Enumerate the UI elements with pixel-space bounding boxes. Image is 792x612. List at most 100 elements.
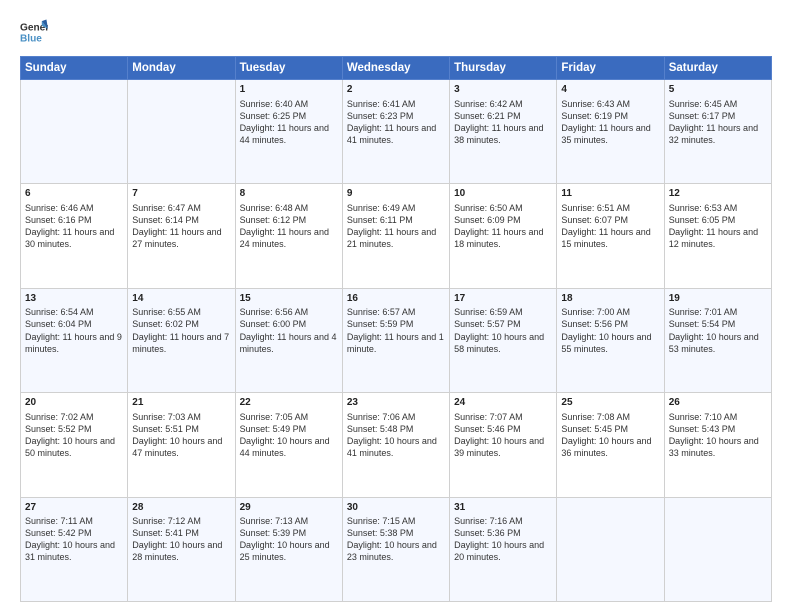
day-number: 8: [240, 187, 338, 201]
calendar-cell: 23Sunrise: 7:06 AM Sunset: 5:48 PM Dayli…: [342, 393, 449, 497]
calendar-cell: 4Sunrise: 6:43 AM Sunset: 6:19 PM Daylig…: [557, 80, 664, 184]
calendar-cell: 20Sunrise: 7:02 AM Sunset: 5:52 PM Dayli…: [21, 393, 128, 497]
calendar-cell: 1Sunrise: 6:40 AM Sunset: 6:25 PM Daylig…: [235, 80, 342, 184]
day-number: 6: [25, 187, 123, 201]
calendar-cell: 14Sunrise: 6:55 AM Sunset: 6:02 PM Dayli…: [128, 288, 235, 392]
col-header-tuesday: Tuesday: [235, 57, 342, 80]
calendar-cell: 18Sunrise: 7:00 AM Sunset: 5:56 PM Dayli…: [557, 288, 664, 392]
day-content: Sunrise: 7:15 AM Sunset: 5:38 PM Dayligh…: [347, 515, 445, 564]
calendar-cell: [128, 80, 235, 184]
calendar-week-5: 27Sunrise: 7:11 AM Sunset: 5:42 PM Dayli…: [21, 497, 772, 601]
calendar-cell: 2Sunrise: 6:41 AM Sunset: 6:23 PM Daylig…: [342, 80, 449, 184]
day-number: 1: [240, 83, 338, 97]
day-number: 18: [561, 292, 659, 306]
page: General Blue SundayMondayTuesdayWednesda…: [0, 0, 792, 612]
day-number: 23: [347, 396, 445, 410]
calendar-cell: 29Sunrise: 7:13 AM Sunset: 5:39 PM Dayli…: [235, 497, 342, 601]
day-number: 3: [454, 83, 552, 97]
calendar-cell: 16Sunrise: 6:57 AM Sunset: 5:59 PM Dayli…: [342, 288, 449, 392]
day-number: 27: [25, 501, 123, 515]
calendar-table: SundayMondayTuesdayWednesdayThursdayFrid…: [20, 56, 772, 602]
day-content: Sunrise: 6:57 AM Sunset: 5:59 PM Dayligh…: [347, 306, 445, 355]
calendar-cell: 10Sunrise: 6:50 AM Sunset: 6:09 PM Dayli…: [450, 184, 557, 288]
logo: General Blue: [20, 18, 54, 46]
day-number: 20: [25, 396, 123, 410]
calendar-week-1: 1Sunrise: 6:40 AM Sunset: 6:25 PM Daylig…: [21, 80, 772, 184]
day-content: Sunrise: 6:47 AM Sunset: 6:14 PM Dayligh…: [132, 202, 230, 251]
day-number: 15: [240, 292, 338, 306]
day-content: Sunrise: 7:11 AM Sunset: 5:42 PM Dayligh…: [25, 515, 123, 564]
day-number: 21: [132, 396, 230, 410]
day-content: Sunrise: 6:46 AM Sunset: 6:16 PM Dayligh…: [25, 202, 123, 251]
calendar-cell: [21, 80, 128, 184]
calendar-cell: 9Sunrise: 6:49 AM Sunset: 6:11 PM Daylig…: [342, 184, 449, 288]
day-number: 7: [132, 187, 230, 201]
day-number: 30: [347, 501, 445, 515]
col-header-monday: Monday: [128, 57, 235, 80]
col-header-friday: Friday: [557, 57, 664, 80]
calendar-cell: 28Sunrise: 7:12 AM Sunset: 5:41 PM Dayli…: [128, 497, 235, 601]
day-number: 13: [25, 292, 123, 306]
day-content: Sunrise: 6:49 AM Sunset: 6:11 PM Dayligh…: [347, 202, 445, 251]
day-number: 22: [240, 396, 338, 410]
day-number: 29: [240, 501, 338, 515]
day-content: Sunrise: 6:40 AM Sunset: 6:25 PM Dayligh…: [240, 98, 338, 147]
svg-text:Blue: Blue: [20, 33, 42, 44]
day-content: Sunrise: 6:41 AM Sunset: 6:23 PM Dayligh…: [347, 98, 445, 147]
calendar-header-row: SundayMondayTuesdayWednesdayThursdayFrid…: [21, 57, 772, 80]
day-content: Sunrise: 7:13 AM Sunset: 5:39 PM Dayligh…: [240, 515, 338, 564]
col-header-thursday: Thursday: [450, 57, 557, 80]
day-content: Sunrise: 6:56 AM Sunset: 6:00 PM Dayligh…: [240, 306, 338, 355]
calendar-cell: [664, 497, 771, 601]
calendar-cell: 5Sunrise: 6:45 AM Sunset: 6:17 PM Daylig…: [664, 80, 771, 184]
day-content: Sunrise: 7:00 AM Sunset: 5:56 PM Dayligh…: [561, 306, 659, 355]
day-number: 25: [561, 396, 659, 410]
calendar-week-4: 20Sunrise: 7:02 AM Sunset: 5:52 PM Dayli…: [21, 393, 772, 497]
calendar-week-3: 13Sunrise: 6:54 AM Sunset: 6:04 PM Dayli…: [21, 288, 772, 392]
day-content: Sunrise: 7:08 AM Sunset: 5:45 PM Dayligh…: [561, 411, 659, 460]
calendar-cell: 7Sunrise: 6:47 AM Sunset: 6:14 PM Daylig…: [128, 184, 235, 288]
day-content: Sunrise: 6:59 AM Sunset: 5:57 PM Dayligh…: [454, 306, 552, 355]
day-number: 12: [669, 187, 767, 201]
calendar-cell: 27Sunrise: 7:11 AM Sunset: 5:42 PM Dayli…: [21, 497, 128, 601]
calendar-cell: 19Sunrise: 7:01 AM Sunset: 5:54 PM Dayli…: [664, 288, 771, 392]
calendar-cell: 13Sunrise: 6:54 AM Sunset: 6:04 PM Dayli…: [21, 288, 128, 392]
day-number: 24: [454, 396, 552, 410]
day-content: Sunrise: 7:07 AM Sunset: 5:46 PM Dayligh…: [454, 411, 552, 460]
calendar-cell: 17Sunrise: 6:59 AM Sunset: 5:57 PM Dayli…: [450, 288, 557, 392]
day-number: 28: [132, 501, 230, 515]
day-content: Sunrise: 6:42 AM Sunset: 6:21 PM Dayligh…: [454, 98, 552, 147]
day-number: 2: [347, 83, 445, 97]
day-content: Sunrise: 6:48 AM Sunset: 6:12 PM Dayligh…: [240, 202, 338, 251]
day-content: Sunrise: 7:06 AM Sunset: 5:48 PM Dayligh…: [347, 411, 445, 460]
calendar-cell: 15Sunrise: 6:56 AM Sunset: 6:00 PM Dayli…: [235, 288, 342, 392]
calendar-cell: 3Sunrise: 6:42 AM Sunset: 6:21 PM Daylig…: [450, 80, 557, 184]
col-header-wednesday: Wednesday: [342, 57, 449, 80]
calendar-cell: [557, 497, 664, 601]
calendar-cell: 22Sunrise: 7:05 AM Sunset: 5:49 PM Dayli…: [235, 393, 342, 497]
calendar-cell: 6Sunrise: 6:46 AM Sunset: 6:16 PM Daylig…: [21, 184, 128, 288]
calendar-cell: 12Sunrise: 6:53 AM Sunset: 6:05 PM Dayli…: [664, 184, 771, 288]
calendar-cell: 21Sunrise: 7:03 AM Sunset: 5:51 PM Dayli…: [128, 393, 235, 497]
day-content: Sunrise: 6:51 AM Sunset: 6:07 PM Dayligh…: [561, 202, 659, 251]
day-number: 16: [347, 292, 445, 306]
day-number: 17: [454, 292, 552, 306]
day-number: 9: [347, 187, 445, 201]
day-number: 14: [132, 292, 230, 306]
calendar-cell: 25Sunrise: 7:08 AM Sunset: 5:45 PM Dayli…: [557, 393, 664, 497]
day-content: Sunrise: 7:05 AM Sunset: 5:49 PM Dayligh…: [240, 411, 338, 460]
day-content: Sunrise: 6:43 AM Sunset: 6:19 PM Dayligh…: [561, 98, 659, 147]
calendar-cell: 26Sunrise: 7:10 AM Sunset: 5:43 PM Dayli…: [664, 393, 771, 497]
day-number: 19: [669, 292, 767, 306]
day-content: Sunrise: 7:12 AM Sunset: 5:41 PM Dayligh…: [132, 515, 230, 564]
day-number: 31: [454, 501, 552, 515]
calendar-cell: 31Sunrise: 7:16 AM Sunset: 5:36 PM Dayli…: [450, 497, 557, 601]
day-content: Sunrise: 6:54 AM Sunset: 6:04 PM Dayligh…: [25, 306, 123, 355]
day-content: Sunrise: 6:55 AM Sunset: 6:02 PM Dayligh…: [132, 306, 230, 355]
day-number: 11: [561, 187, 659, 201]
day-content: Sunrise: 7:03 AM Sunset: 5:51 PM Dayligh…: [132, 411, 230, 460]
day-content: Sunrise: 6:45 AM Sunset: 6:17 PM Dayligh…: [669, 98, 767, 147]
day-content: Sunrise: 7:16 AM Sunset: 5:36 PM Dayligh…: [454, 515, 552, 564]
day-content: Sunrise: 6:53 AM Sunset: 6:05 PM Dayligh…: [669, 202, 767, 251]
calendar-week-2: 6Sunrise: 6:46 AM Sunset: 6:16 PM Daylig…: [21, 184, 772, 288]
